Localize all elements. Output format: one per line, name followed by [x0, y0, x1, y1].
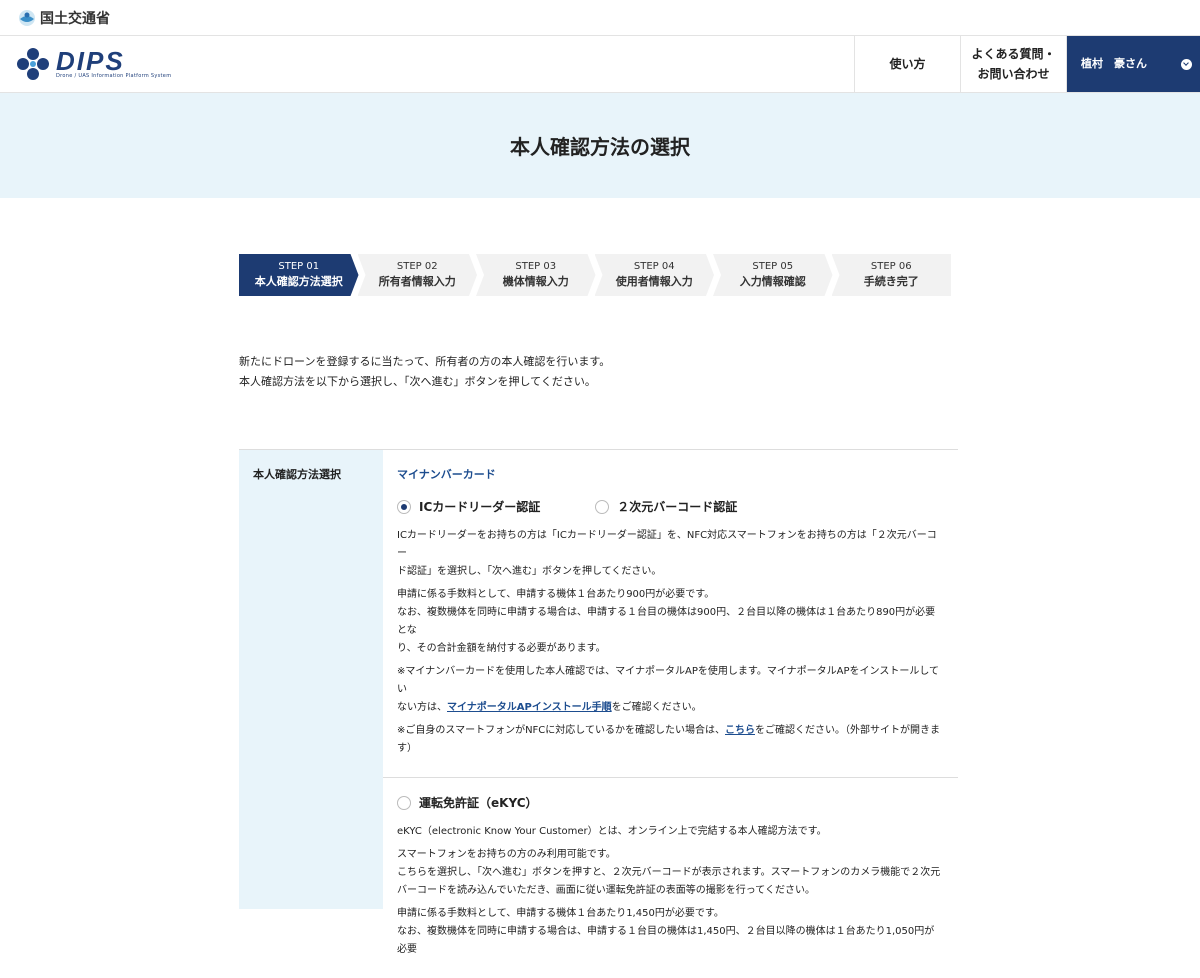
text-line: 申請に係る手数料として、申請する機体１台あたり900円が必要です。: [397, 589, 715, 600]
step-label: 手続き完了: [863, 275, 919, 288]
step-label: 所有者情報入力: [378, 275, 456, 288]
text-line: スマートフォンをお持ちの方のみ利用可能です。: [397, 849, 616, 860]
dips-logo[interactable]: DIPS Drone / UAS Information Platform Sy…: [0, 36, 854, 92]
mynumber-options: ICカードリーダー認証 ２次元バーコード認証: [397, 498, 944, 515]
text-line: バーコードを読み込んでいただき、画面に従い運転免許証の表面等の撮影を行ってくださ…: [397, 885, 815, 896]
user-name: 植村 豪さん: [1081, 57, 1147, 70]
logo-title: DIPS: [56, 46, 125, 76]
step-label: 機体情報入力: [502, 275, 569, 288]
text-fragment: をご確認ください。: [611, 702, 702, 713]
text-line: こちらを選択し、「次へ進む」ボタンを押すと、２次元バーコードが表示されます。スマ…: [397, 867, 941, 878]
nav-usage[interactable]: 使い方: [854, 36, 960, 92]
radio-ekyc-label: 運転免許証（eKYC）: [419, 796, 538, 810]
form-row-label: 本人確認方法選択: [239, 450, 383, 909]
text-fragment: ない方は、: [397, 702, 447, 713]
ekyc-section: 運転免許証（eKYC） eKYC（electronic Know Your Cu…: [383, 778, 958, 978]
text-line: り、その合計金額を納付する必要があります。: [397, 643, 606, 654]
intro-text: 新たにドローンを登録するに当たって、所有者の方の本人確認を行います。 本人確認方…: [239, 352, 610, 392]
text-line: ※ご自身のスマートフォンがNFCに対応しているかを確認したい場合は、こちらをご確…: [397, 722, 944, 740]
nfc-check-link[interactable]: こちら: [725, 725, 755, 736]
step-label: 本人確認方法選択: [254, 275, 343, 288]
step-1: STEP 01 本人確認方法選択: [239, 254, 359, 296]
dips-logo-icon: [17, 48, 49, 80]
radio-ic-label: ICカードリーダー認証: [419, 500, 541, 514]
step-number: STEP 04: [633, 261, 675, 272]
ministry-logo-icon: [18, 9, 36, 27]
site-header: DIPS Drone / UAS Information Platform Sy…: [0, 36, 1200, 93]
nav-faq-label-2: お問い合わせ: [977, 67, 1050, 81]
ekyc-desc-2: スマートフォンをお持ちの方のみ利用可能です。 こちらを選択し、「次へ進む」ボタン…: [397, 846, 944, 900]
intro-line-2: 本人確認方法を以下から選択し、「次へ進む」ボタンを押してください。: [239, 375, 596, 388]
text-line: ド認証」を選択し、「次へ進む」ボタンを押してください。: [397, 566, 662, 577]
step-3: STEP 03 機体情報入力: [476, 254, 596, 296]
gov-bar: 国土交通省: [0, 0, 1200, 36]
text-line: ※マイナンバーカードを使用した本人確認では、マイナポータルAPを使用します。マイ…: [397, 666, 940, 695]
radio-ic-card-reader[interactable]: ICカードリーダー認証: [397, 498, 540, 515]
verification-form: 本人確認方法選択 マイナンバーカード ICカードリーダー認証 ２次元バーコード認…: [239, 449, 958, 955]
step-number: STEP 01: [278, 261, 320, 272]
mynumber-desc-1: ICカードリーダーをお持ちの方は「ICカードリーダー認証」を、NFC対応スマート…: [397, 527, 944, 581]
step-label: 使用者情報入力: [615, 275, 693, 288]
step-number: STEP 06: [870, 261, 912, 272]
radio-drivers-license-ekyc[interactable]: 運転免許証（eKYC）: [397, 794, 538, 811]
ekyc-desc-1: eKYC（electronic Know Your Customer）とは、オン…: [397, 823, 944, 841]
radio-unselected-icon[interactable]: [397, 795, 411, 810]
step-label: 入力情報確認: [739, 275, 806, 288]
form-body: マイナンバーカード ICカードリーダー認証 ２次元バーコード認証 ICカードリー…: [383, 450, 958, 955]
text-line: ない方は、マイナポータルAPインストール手順をご確認ください。: [397, 699, 944, 717]
radio-qr-label: ２次元バーコード認証: [617, 500, 738, 514]
intro-line-1: 新たにドローンを登録するに当たって、所有者の方の本人確認を行います。: [239, 355, 611, 368]
mynumber-fee: 申請に係る手数料として、申請する機体１台あたり900円が必要です。 なお、複数機…: [397, 586, 944, 658]
step-number: STEP 03: [515, 261, 557, 272]
nav-usage-label: 使い方: [889, 57, 926, 71]
user-menu[interactable]: 植村 豪さん: [1066, 36, 1200, 92]
text-fragment: をご確認ください。（外部サイトが開きま: [755, 725, 940, 736]
text-line: 申請に係る手数料として、申請する機体１台あたり1,450円が必要です。: [397, 908, 724, 919]
text-line: なお、複数機体を同時に申請する場合は、申請する１台目の機体は1,450円、２台目…: [397, 926, 935, 955]
step-number: STEP 02: [396, 261, 438, 272]
text-line: ICカードリーダーをお持ちの方は「ICカードリーダー認証」を、NFC対応スマート…: [397, 530, 937, 559]
text-line: す）: [397, 743, 417, 754]
ministry-name[interactable]: 国土交通省: [40, 8, 110, 28]
text-line: eKYC（electronic Know Your Customer）とは、オン…: [397, 826, 827, 837]
mynumber-nfc-note: ※ご自身のスマートフォンがNFCに対応しているかを確認したい場合は、こちらをご確…: [397, 722, 944, 758]
radio-2d-barcode[interactable]: ２次元バーコード認証: [595, 498, 737, 515]
page-hero: 本人確認方法の選択: [0, 93, 1200, 198]
mynumber-portal-note: ※マイナンバーカードを使用した本人確認では、マイナポータルAPを使用します。マイ…: [397, 663, 944, 717]
nav-faq-label-1: よくある質問・: [971, 47, 1056, 61]
logo-subtitle: Drone / UAS Information Platform System: [56, 73, 172, 79]
ekyc-fee: 申請に係る手数料として、申請する機体１台あたり1,450円が必要です。 なお、複…: [397, 905, 944, 959]
text-fragment: ※ご自身のスマートフォンがNFCに対応しているかを確認したい場合は、: [397, 725, 725, 736]
radio-selected-icon[interactable]: [397, 499, 411, 514]
step-indicator: STEP 01 本人確認方法選択 STEP 02 所有者情報入力 STEP 03…: [239, 254, 951, 296]
mynumber-section: マイナンバーカード ICカードリーダー認証 ２次元バーコード認証 ICカードリー…: [383, 450, 958, 778]
step-4: STEP 04 使用者情報入力: [595, 254, 715, 296]
text-line: なお、複数機体を同時に申請する場合は、申請する１台目の機体は900円、２台目以降…: [397, 607, 936, 636]
page-title: 本人確認方法の選択: [510, 135, 690, 159]
ekyc-options: 運転免許証（eKYC）: [397, 794, 944, 811]
step-number: STEP 05: [752, 261, 794, 272]
portal-install-link[interactable]: マイナポータルAPインストール手順: [447, 702, 612, 713]
mynumber-title: マイナンバーカード: [397, 468, 496, 481]
step-2: STEP 02 所有者情報入力: [358, 254, 478, 296]
nav-faq-contact[interactable]: よくある質問・ お問い合わせ: [960, 36, 1066, 92]
chevron-down-icon: [1181, 58, 1192, 70]
radio-unselected-icon[interactable]: [595, 499, 610, 514]
step-6: STEP 06 手続き完了: [831, 254, 951, 296]
step-5: STEP 05 入力情報確認: [713, 254, 833, 296]
